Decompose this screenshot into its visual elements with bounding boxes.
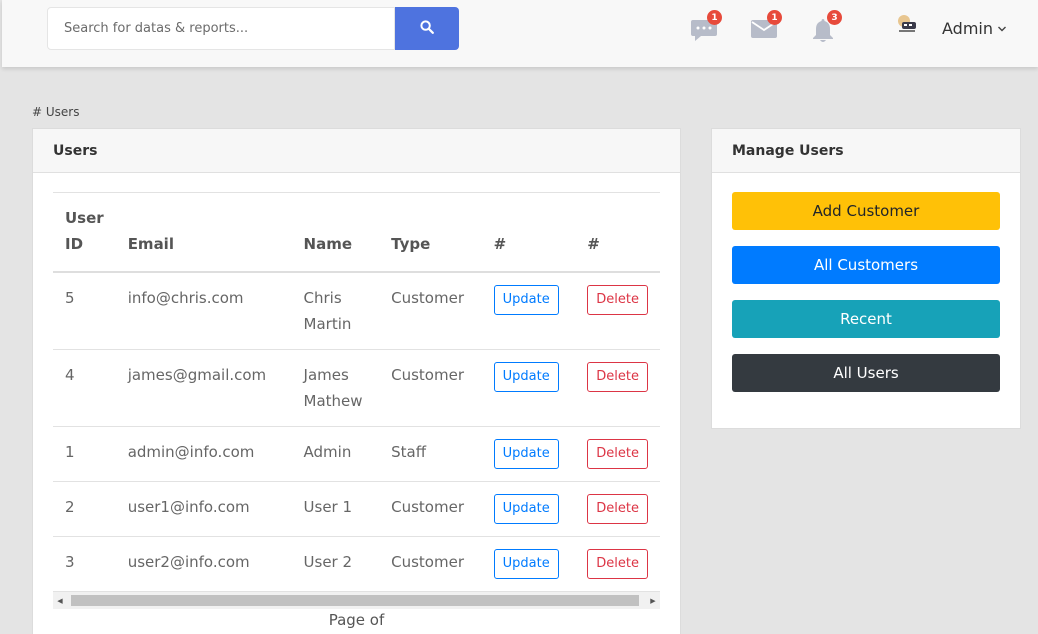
column-header-type: Type	[379, 193, 482, 273]
search-icon	[420, 20, 434, 37]
name-cell: Admin	[291, 426, 380, 482]
delete-cell: Delete	[575, 481, 660, 537]
user-id-cell: 1	[53, 426, 116, 482]
delete-button[interactable]: Delete	[587, 362, 648, 392]
scrollbar-thumb[interactable]	[71, 595, 639, 606]
scroll-left-icon[interactable]: ◀	[53, 592, 67, 609]
email-cell: admin@info.com	[115, 426, 292, 482]
column-header-email: Email	[115, 193, 292, 273]
mail-badge: 1	[767, 10, 782, 25]
messages-nav-item[interactable]: 1	[688, 10, 722, 44]
user-id-cell: 5	[53, 272, 116, 350]
delete-cell: Delete	[575, 349, 660, 427]
manage-users-title: Manage Users	[712, 129, 1020, 173]
column-header-delete: #	[575, 193, 660, 273]
email-cell: info@chris.com	[115, 272, 292, 350]
users-table: User ID Email Name Type # # 5 info@chris.…	[53, 193, 660, 592]
column-header-user-id: User ID	[53, 193, 116, 273]
top-navbar: 1 1 3 Admin	[2, 0, 1038, 67]
horizontal-scrollbar[interactable]: ◀ ▶	[53, 592, 660, 609]
name-cell: Chris Martin	[291, 272, 380, 350]
alerts-nav-item[interactable]: 3	[808, 10, 842, 44]
update-button[interactable]: Update	[493, 494, 559, 524]
type-cell: Customer	[379, 272, 482, 350]
column-header-update: #	[481, 193, 576, 273]
mail-nav-item[interactable]: 1	[748, 10, 782, 44]
column-header-name: Name	[291, 193, 380, 273]
name-cell: User 1	[291, 481, 380, 537]
update-button[interactable]: Update	[493, 549, 559, 579]
delete-button[interactable]: Delete	[587, 549, 648, 579]
table-header-row: User ID Email Name Type # #	[53, 193, 660, 273]
delete-button[interactable]: Delete	[587, 285, 648, 315]
all-users-button[interactable]: All Users	[732, 354, 1000, 392]
table-row: 3 user2@info.com User 2 Customer Update Delet…	[53, 536, 660, 592]
search-button[interactable]	[395, 7, 459, 50]
update-cell: Update	[481, 536, 576, 592]
breadcrumb: # Users	[32, 105, 80, 119]
update-button[interactable]: Update	[493, 362, 559, 392]
users-table-container: User ID Email Name Type # # 5 info@chris.…	[53, 192, 660, 592]
update-cell: Update	[481, 272, 576, 350]
update-cell: Update	[481, 349, 576, 427]
type-cell: Customer	[379, 481, 482, 537]
table-row: 4 james@gmail.com James Mathew Customer Upda…	[53, 349, 660, 427]
email-cell: user2@info.com	[115, 536, 292, 592]
email-cell: user1@info.com	[115, 481, 292, 537]
pagination-text: Page of	[328, 611, 385, 629]
recent-button[interactable]: Recent	[732, 300, 1000, 338]
table-row: 1 admin@info.com Admin Staff Update Delete	[53, 426, 660, 482]
update-cell: Update	[481, 426, 576, 482]
update-button[interactable]: Update	[493, 439, 559, 469]
name-cell: James Mathew	[291, 349, 380, 427]
type-cell: Customer	[379, 349, 482, 427]
user-name: Admin	[942, 19, 993, 38]
email-cell: james@gmail.com	[115, 349, 292, 427]
delete-cell: Delete	[575, 426, 660, 482]
update-button[interactable]: Update	[493, 285, 559, 315]
delete-button[interactable]: Delete	[587, 439, 648, 469]
add-customer-button[interactable]: Add Customer	[732, 192, 1000, 230]
user-dropdown[interactable]: Admin	[942, 19, 1007, 38]
search-input[interactable]	[47, 7, 395, 50]
delete-button[interactable]: Delete	[587, 494, 648, 524]
table-row: 2 user1@info.com User 1 Customer Update Delet…	[53, 481, 660, 537]
type-cell: Customer	[379, 536, 482, 592]
table-row: 5 info@chris.com Chris Martin Customer Updat…	[53, 272, 660, 350]
messages-badge: 1	[707, 10, 722, 25]
delete-cell: Delete	[575, 272, 660, 350]
users-card: Users User ID Email Name Type # # 5 info@…	[32, 128, 681, 634]
user-id-cell: 2	[53, 481, 116, 537]
update-cell: Update	[481, 481, 576, 537]
delete-cell: Delete	[575, 536, 660, 592]
user-id-cell: 3	[53, 536, 116, 592]
user-id-cell: 4	[53, 349, 116, 427]
name-cell: User 2	[291, 536, 380, 592]
user-avatar[interactable]	[896, 14, 918, 34]
users-card-title: Users	[33, 129, 680, 173]
chevron-down-icon	[998, 26, 1006, 31]
scroll-right-icon[interactable]: ▶	[646, 592, 660, 609]
manage-users-card: Manage Users Add Customer All Customers …	[711, 128, 1021, 429]
alerts-badge: 3	[827, 10, 842, 25]
all-customers-button[interactable]: All Customers	[732, 246, 1000, 284]
type-cell: Staff	[379, 426, 482, 482]
